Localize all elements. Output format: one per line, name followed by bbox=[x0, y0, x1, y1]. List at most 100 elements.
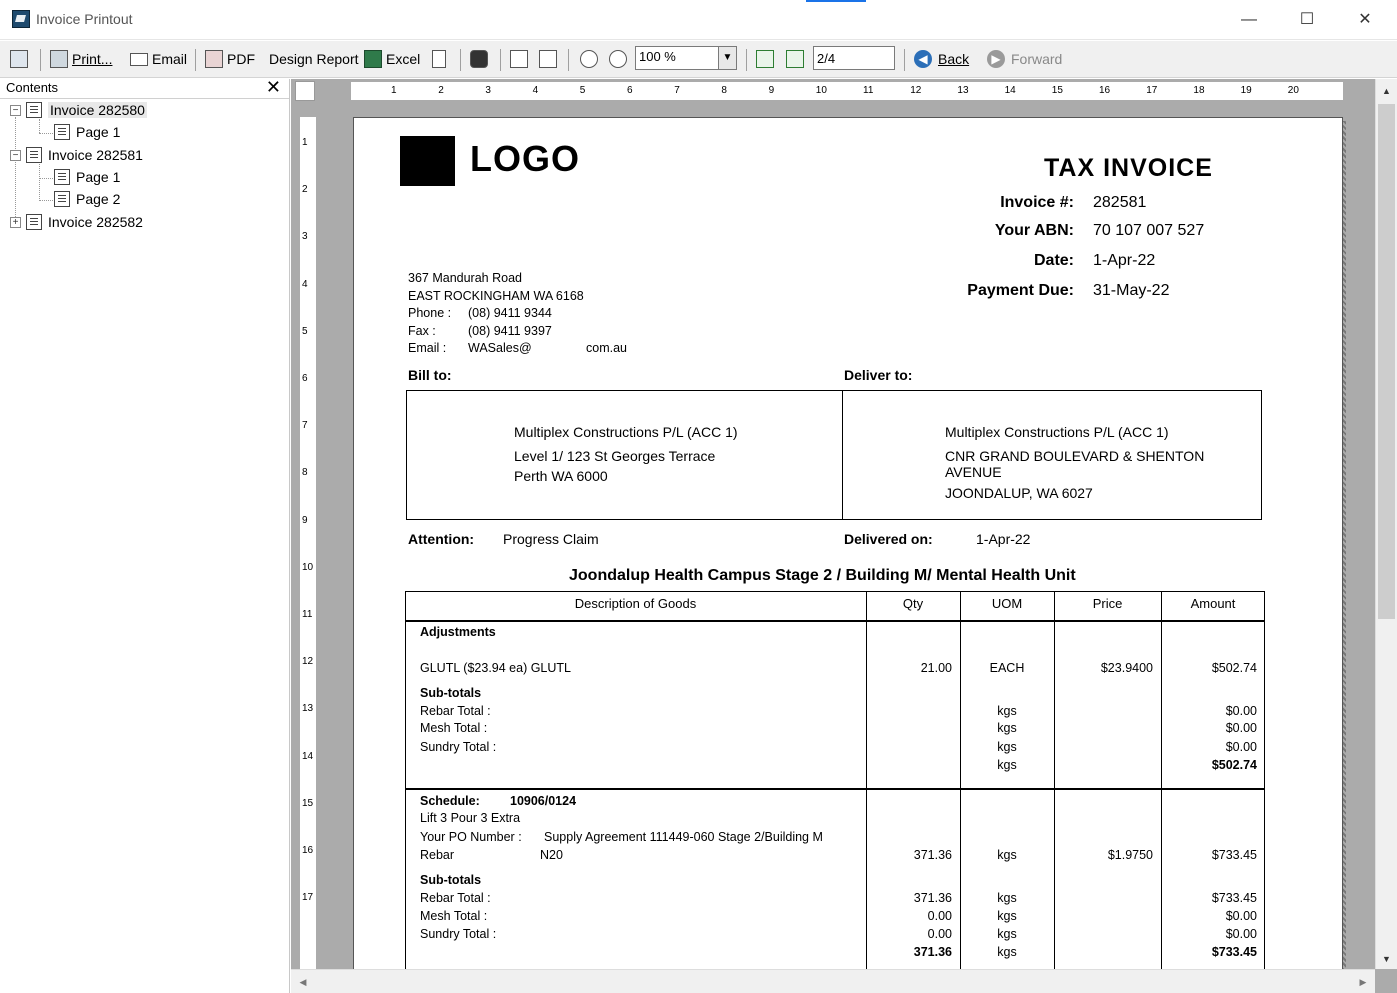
payment-due-value: 31-May-22 bbox=[1093, 282, 1170, 299]
collapse-icon[interactable]: − bbox=[10, 104, 21, 116]
horizontal-ruler: 1 2 3 4 5 6 7 8 9 10 11 12 13 14 15 16 17 18 19 20 bbox=[351, 82, 1343, 100]
ruler-mark: 4 bbox=[532, 85, 539, 96]
column-header-price: Price bbox=[1092, 596, 1123, 611]
zoom-in-button[interactable] bbox=[609, 47, 631, 71]
contents-pane-icon bbox=[10, 50, 28, 68]
adjustments-mesh-label: Mesh Total : bbox=[420, 721, 488, 735]
print-button[interactable]: Print... bbox=[50, 47, 112, 71]
tree-item-invoice-282580[interactable]: − Invoice 282580 bbox=[10, 100, 147, 120]
deliver-to-label: Deliver to: bbox=[844, 367, 913, 383]
scroll-thumb[interactable] bbox=[1378, 104, 1395, 619]
title-accent bbox=[806, 0, 866, 2]
po-number-label: Your PO Number : bbox=[420, 830, 522, 844]
delivered-on-label: Delivered on: bbox=[844, 531, 933, 547]
po-number-value: Supply Agreement 111449-060 Stage 2/Buil… bbox=[544, 830, 823, 844]
tree-item-invoice-282581[interactable]: − Invoice 282581 bbox=[10, 145, 143, 165]
copy-button[interactable] bbox=[432, 47, 450, 71]
tree-item-page[interactable]: Page 1 bbox=[54, 122, 120, 142]
single-page-icon bbox=[510, 50, 528, 68]
copy-icon bbox=[432, 50, 446, 68]
sender-phone: (08) 9411 9344 bbox=[468, 306, 552, 320]
tree-line bbox=[15, 117, 16, 223]
previous-page-button[interactable] bbox=[756, 47, 778, 71]
tree-item-page[interactable]: Page 1 bbox=[54, 167, 120, 187]
bill-to-line2: Perth WA 6000 bbox=[514, 468, 608, 484]
toolbar-separator bbox=[904, 49, 905, 71]
tree-item-page[interactable]: Page 2 bbox=[54, 189, 120, 209]
ruler-mark: 5 bbox=[302, 325, 308, 337]
report-preview: 1 2 3 4 5 6 7 8 9 10 11 12 13 14 15 16 17 18 19 20 12345678… bbox=[291, 79, 1397, 993]
email-label: Email bbox=[152, 51, 188, 67]
scroll-thumb[interactable] bbox=[315, 973, 1351, 990]
contents-pane: Contents ✕ − Invoice 282580 Page 1 − Inv… bbox=[0, 77, 290, 993]
toolbar-separator bbox=[568, 49, 569, 71]
expand-icon[interactable]: + bbox=[10, 216, 21, 228]
payment-due-label: Payment Due: bbox=[967, 282, 1074, 299]
next-page-button[interactable] bbox=[786, 47, 808, 71]
scroll-up-icon[interactable]: ▲ bbox=[1376, 81, 1397, 101]
single-page-button[interactable] bbox=[510, 47, 532, 71]
tree-item-label: Invoice 282581 bbox=[48, 147, 143, 163]
minimize-button[interactable]: — bbox=[1226, 4, 1272, 36]
document-icon bbox=[26, 102, 42, 118]
scroll-right-icon[interactable]: ▶ bbox=[1353, 972, 1373, 992]
email-button[interactable]: Email bbox=[130, 47, 187, 71]
horizontal-scrollbar[interactable]: ◀ ▶ bbox=[291, 969, 1375, 993]
ruler-mark: 15 bbox=[1051, 85, 1063, 96]
pdf-label: PDF bbox=[227, 51, 255, 67]
schedule-subtotals-label: Sub-totals bbox=[420, 873, 482, 887]
collapse-icon[interactable]: − bbox=[10, 149, 21, 161]
adjustments-total-amount: $502.74 bbox=[1211, 758, 1257, 772]
ruler-mark: 8 bbox=[721, 85, 727, 96]
abn-value: 70 107 007 527 bbox=[1093, 222, 1205, 239]
scroll-down-icon[interactable]: ▼ bbox=[1376, 949, 1397, 969]
scroll-left-icon[interactable]: ◀ bbox=[293, 972, 313, 992]
tree-item-invoice-282582[interactable]: + Invoice 282582 bbox=[10, 212, 143, 232]
invoice-page: LOGO TAX INVOICE Invoice #: 282581 Your … bbox=[353, 117, 1343, 977]
adjustment-item-desc: GLUTL ($23.94 ea) GLUTL bbox=[420, 661, 571, 675]
multi-page-button[interactable] bbox=[539, 47, 561, 71]
attention-value: Progress Claim bbox=[503, 531, 599, 547]
table-section-divider bbox=[405, 788, 1265, 790]
toggle-contents-button[interactable] bbox=[10, 47, 32, 71]
ruler-mark: 16 bbox=[302, 845, 314, 856]
vertical-scrollbar[interactable]: ▲ ▼ bbox=[1375, 79, 1397, 969]
schedule-lift: Lift 3 Pour 3 Extra bbox=[420, 811, 521, 825]
schedule-uom: kgs bbox=[997, 909, 1017, 923]
tree-line bbox=[39, 164, 40, 201]
zoom-out-button[interactable] bbox=[580, 47, 602, 71]
schedule-item-amount: $733.45 bbox=[1211, 848, 1257, 862]
schedule-rebar-label: Rebar Total : bbox=[420, 891, 491, 905]
date-value: 1-Apr-22 bbox=[1093, 252, 1156, 269]
page-number-input[interactable] bbox=[813, 46, 895, 70]
adjustment-item-uom: EACH bbox=[989, 661, 1025, 675]
sender-email-domain: com.au bbox=[586, 341, 627, 355]
design-report-button[interactable]: Design Report bbox=[269, 47, 359, 71]
maximize-button[interactable]: ☐ bbox=[1284, 4, 1330, 36]
ruler-mark: 17 bbox=[1146, 85, 1158, 96]
zoom-select[interactable]: 100 % ▼ bbox=[635, 46, 737, 70]
pdf-button[interactable]: PDF bbox=[205, 47, 255, 71]
chevron-down-icon: ▼ bbox=[718, 47, 736, 69]
close-button[interactable]: ✕ bbox=[1342, 4, 1388, 36]
sender-email-user: WASales@ bbox=[468, 341, 532, 355]
logo-mark bbox=[400, 136, 455, 186]
ruler-mark: 10 bbox=[302, 561, 314, 573]
sender-fax-label: Fax : bbox=[408, 324, 436, 338]
excel-button[interactable]: Excel bbox=[364, 47, 420, 71]
deliver-to-name: Multiplex Constructions P/L (ACC 1) bbox=[945, 424, 1169, 440]
arrow-down-icon bbox=[786, 50, 804, 68]
binoculars-icon bbox=[470, 50, 488, 68]
find-button[interactable] bbox=[470, 47, 492, 71]
schedule-item-price: $1.9750 bbox=[1107, 848, 1153, 862]
back-button[interactable]: ◀ Back bbox=[914, 47, 969, 71]
schedule-value: 10906/0124 bbox=[510, 794, 577, 808]
adjustments-uom: kgs bbox=[997, 758, 1017, 772]
schedule-rebar-amount: $733.45 bbox=[1211, 891, 1257, 905]
schedule-mesh-qty: 0.00 bbox=[927, 909, 952, 923]
adjustment-item-amount: $502.74 bbox=[1211, 661, 1257, 675]
forward-button[interactable]: ▶ Forward bbox=[987, 47, 1062, 71]
close-contents-icon[interactable]: ✕ bbox=[266, 77, 281, 98]
invoice-printout-window: Invoice Printout — ☐ ✕ Print... Email PD… bbox=[0, 0, 1397, 993]
column-header-uom: UOM bbox=[991, 596, 1023, 611]
